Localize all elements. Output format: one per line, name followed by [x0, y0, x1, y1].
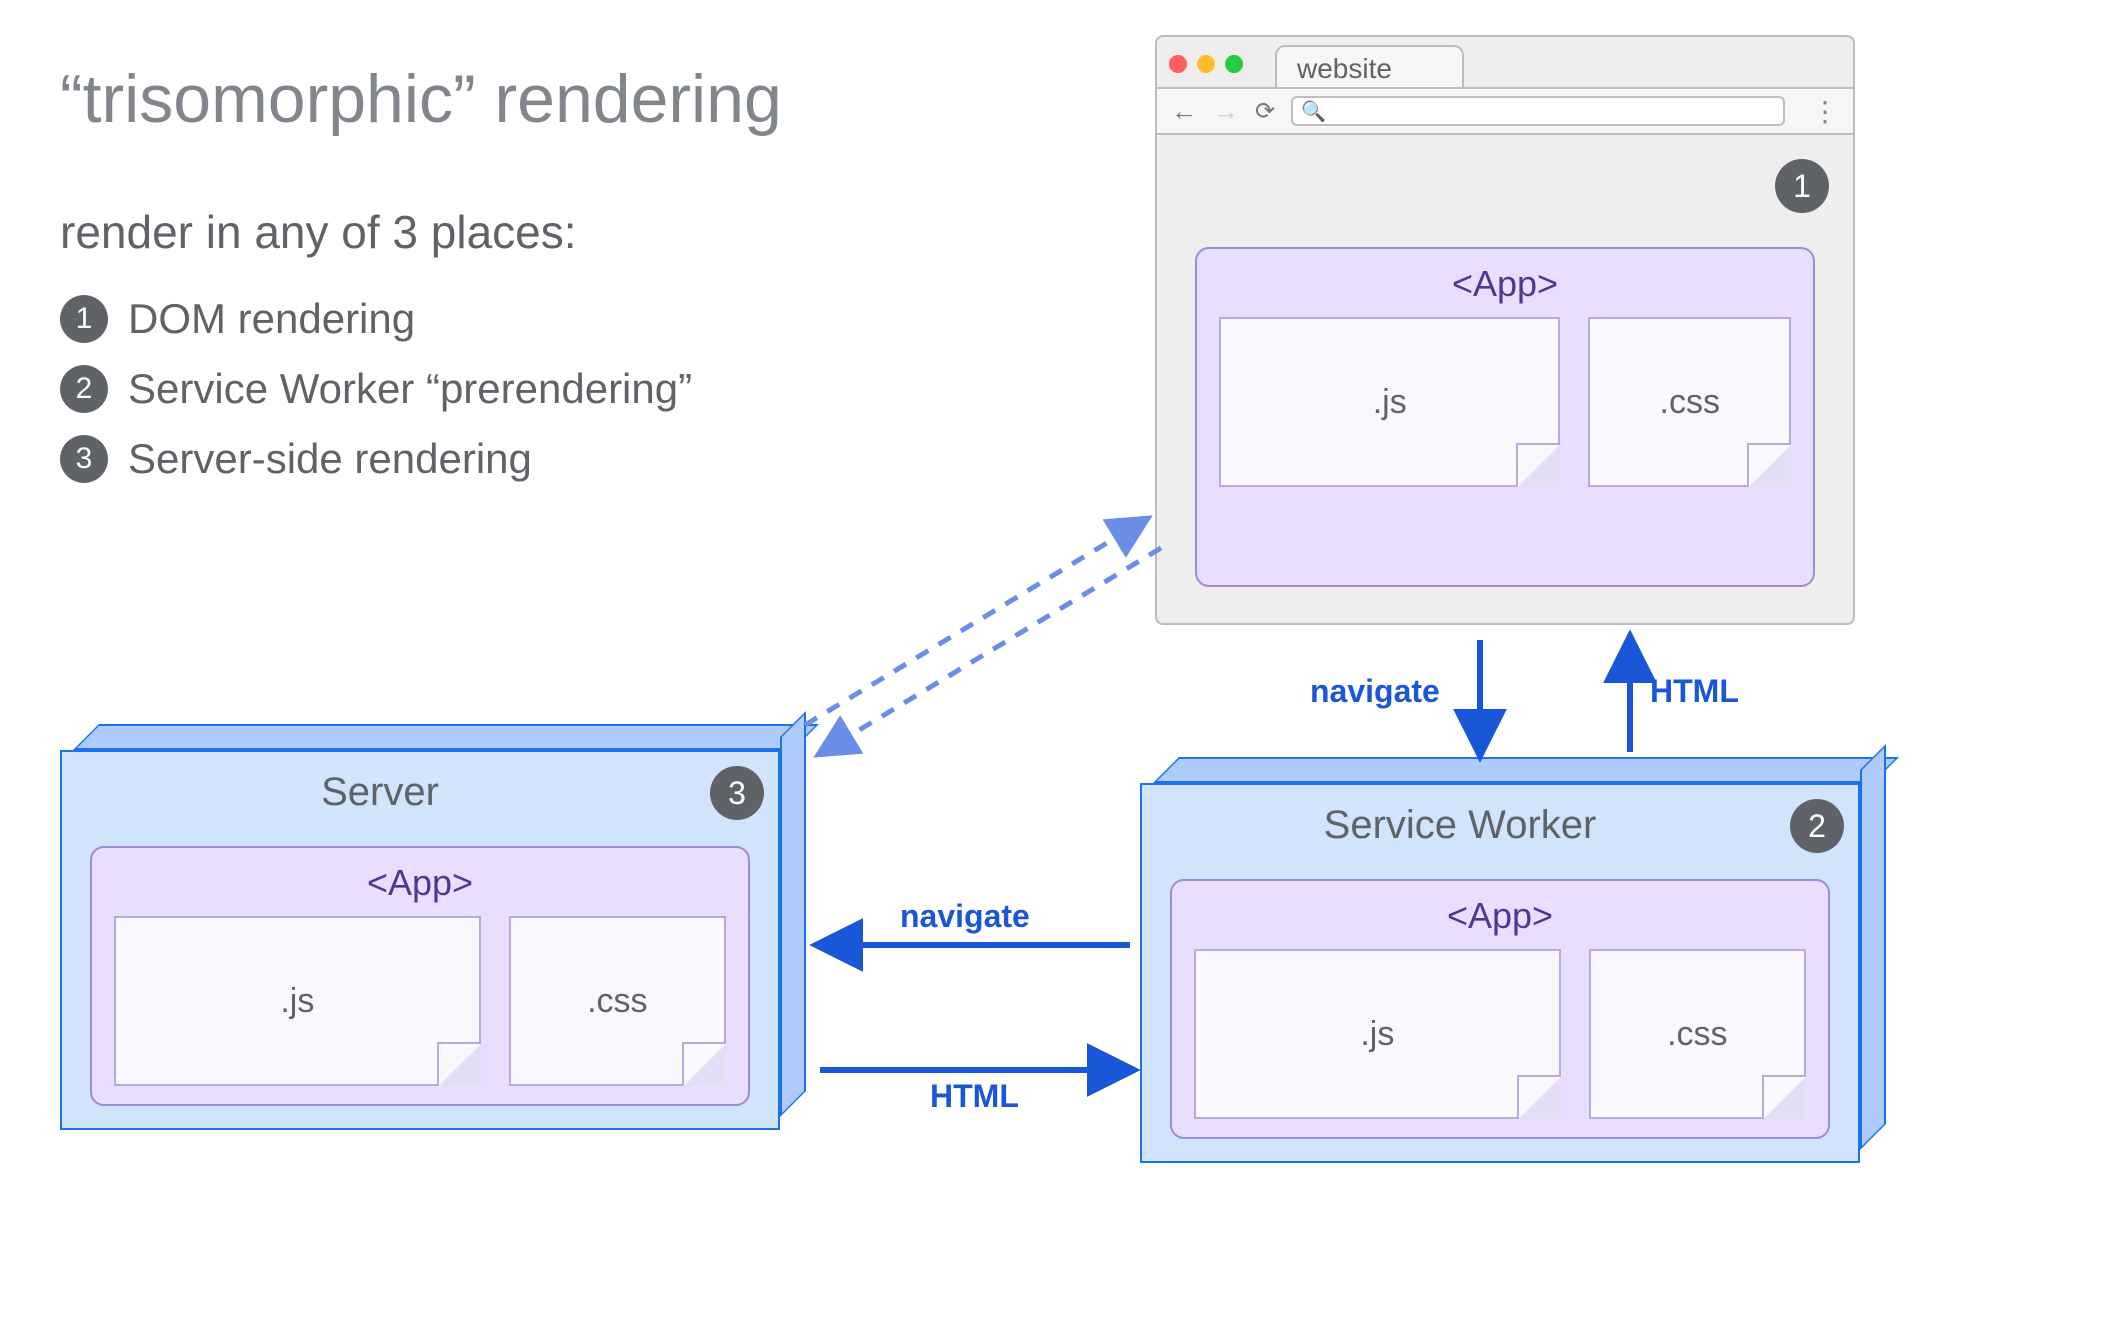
- dogear-icon: [1516, 443, 1560, 487]
- server-block-side: [780, 711, 806, 1117]
- dogear-icon: [1517, 1075, 1561, 1119]
- bullet-3: 3 Server-side rendering: [60, 435, 692, 483]
- bullet-1: 1 DOM rendering: [60, 295, 692, 343]
- server-block-top: [73, 724, 819, 750]
- url-bar: 🔍: [1291, 96, 1785, 126]
- server-block-face: Server 3 <App> .js .css: [60, 750, 780, 1130]
- browser-window: website ← → ⟳ 🔍 ⋮ 1 <App> .js .cs: [1155, 35, 1855, 625]
- server-block: Server 3 <App> .js .css: [60, 750, 780, 1130]
- forward-icon: →: [1213, 96, 1239, 127]
- sw-block-face: Service Worker 2 <App> .js .css: [1140, 783, 1860, 1163]
- sw-js-file: .js: [1194, 949, 1561, 1119]
- label-navigate-vertical: navigate: [1310, 673, 1440, 710]
- browser-app-box: <App> .js .css: [1195, 247, 1815, 587]
- arrow-server-to-browser-dashed: [805, 520, 1145, 725]
- bullet-2: 2 Service Worker “prerendering”: [60, 365, 692, 413]
- window-traffic-lights: [1169, 55, 1243, 73]
- browser-js-label: .js: [1373, 383, 1407, 422]
- bullet-2-badge: 2: [60, 365, 108, 413]
- browser-viewport: 1 <App> .js .css: [1159, 137, 1851, 621]
- badge-3: 3: [710, 766, 764, 820]
- minimize-icon: [1197, 55, 1215, 73]
- browser-app-title: <App>: [1219, 263, 1791, 305]
- sw-block-top: [1153, 757, 1899, 783]
- browser-css-file: .css: [1588, 317, 1791, 487]
- menu-icon: ⋮: [1811, 95, 1839, 128]
- server-title: Server: [62, 770, 698, 815]
- reload-icon: ⟳: [1255, 97, 1275, 126]
- sw-css-label: .css: [1667, 1015, 1727, 1054]
- browser-css-label: .css: [1660, 383, 1720, 422]
- browser-toolbar: ← → ⟳ 🔍 ⋮: [1157, 87, 1853, 135]
- server-js-file: .js: [114, 916, 481, 1086]
- label-html-vertical: HTML: [1650, 673, 1739, 710]
- search-icon: 🔍: [1301, 99, 1326, 124]
- back-icon: ←: [1171, 96, 1197, 127]
- sw-block-side: [1860, 744, 1886, 1150]
- badge-1: 1: [1775, 159, 1829, 213]
- badge-2: 2: [1790, 799, 1844, 853]
- browser-tabbar: website: [1157, 37, 1853, 87]
- dogear-icon: [437, 1042, 481, 1086]
- service-worker-block: Service Worker 2 <App> .js .css: [1140, 783, 1860, 1163]
- bullet-3-text: Server-side rendering: [128, 435, 532, 483]
- bullet-3-badge: 3: [60, 435, 108, 483]
- browser-js-file: .js: [1219, 317, 1560, 487]
- sw-js-label: .js: [1360, 1015, 1394, 1054]
- bullet-1-text: DOM rendering: [128, 295, 415, 343]
- diagram-subtitle: render in any of 3 places:: [60, 205, 577, 259]
- server-app-box: <App> .js .css: [90, 846, 750, 1106]
- maximize-icon: [1225, 55, 1243, 73]
- diagram-title: “trisomorphic” rendering: [60, 60, 782, 138]
- label-navigate-horizontal: navigate: [900, 898, 1030, 935]
- sw-app-box: <App> .js .css: [1170, 879, 1830, 1139]
- bullet-list: 1 DOM rendering 2 Service Worker “preren…: [60, 295, 692, 483]
- server-app-title: <App>: [114, 862, 726, 904]
- browser-tab: website: [1275, 45, 1464, 87]
- sw-title: Service Worker: [1142, 803, 1778, 848]
- server-css-file: .css: [509, 916, 726, 1086]
- dogear-icon: [1762, 1075, 1806, 1119]
- sw-app-title: <App>: [1194, 895, 1806, 937]
- sw-css-file: .css: [1589, 949, 1806, 1119]
- arrow-browser-to-server-dashed: [821, 548, 1161, 753]
- dogear-icon: [1747, 443, 1791, 487]
- server-js-label: .js: [280, 982, 314, 1021]
- server-css-label: .css: [587, 982, 647, 1021]
- dogear-icon: [682, 1042, 726, 1086]
- close-icon: [1169, 55, 1187, 73]
- bullet-1-badge: 1: [60, 295, 108, 343]
- label-html-horizontal: HTML: [930, 1078, 1019, 1115]
- bullet-2-text: Service Worker “prerendering”: [128, 365, 692, 413]
